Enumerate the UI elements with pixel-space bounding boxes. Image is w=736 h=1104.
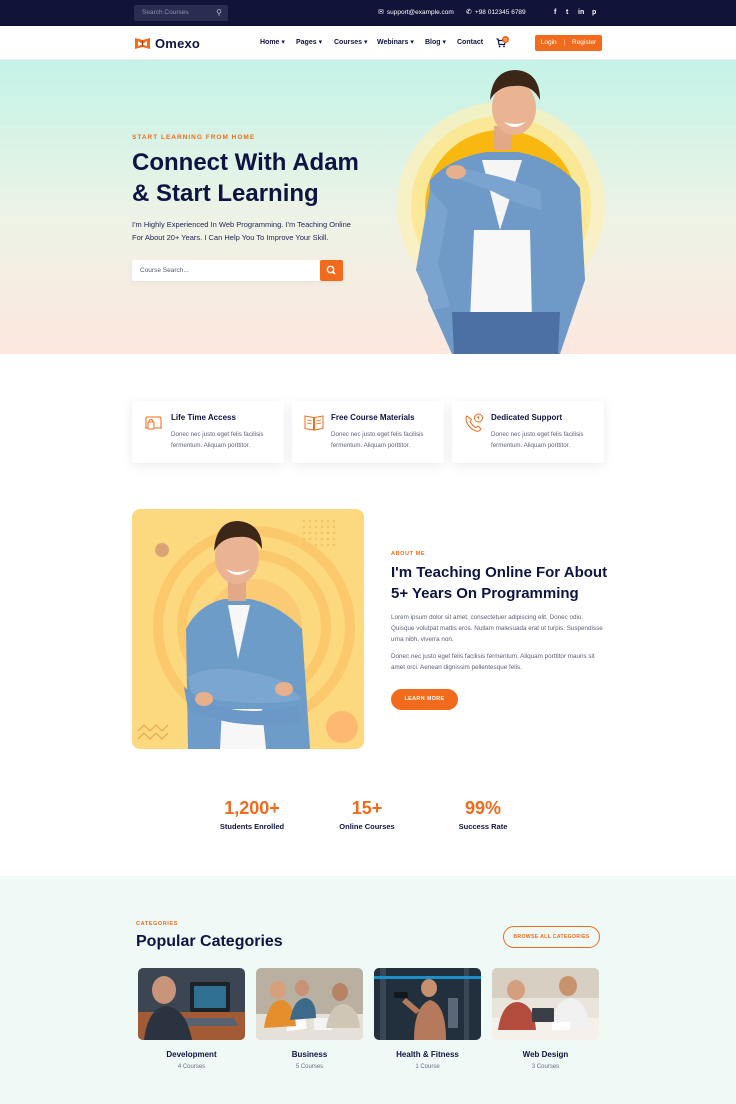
- pinterest-icon[interactable]: p: [592, 0, 596, 26]
- linkedin-icon[interactable]: in: [578, 0, 584, 26]
- menu-contact[interactable]: Contact: [457, 26, 483, 60]
- twitter-icon[interactable]: t: [566, 0, 568, 26]
- course-search-button[interactable]: [320, 260, 343, 281]
- category-name[interactable]: Development: [138, 1050, 245, 1059]
- hero-subtitle: START LEARNING FROM HOME: [132, 134, 256, 141]
- category-name[interactable]: Business: [256, 1050, 363, 1059]
- categories-subtitle: CATEGORIES: [136, 921, 178, 927]
- search-icon: [326, 265, 336, 275]
- stat-value: 1,200+: [224, 798, 280, 818]
- feature-text: Donec nec justo eget felis facilisis fer…: [331, 431, 424, 449]
- stat-success-rate: 99% Success Rate: [428, 797, 538, 831]
- stat-courses: 15+ Online Courses: [312, 797, 422, 831]
- hero-instructor-image: [397, 70, 605, 354]
- phone-support-icon: [465, 413, 483, 432]
- logo-book-icon: [135, 38, 150, 49]
- category-image[interactable]: [374, 968, 481, 1040]
- top-search-placeholder: Search Courses: [142, 9, 189, 16]
- email-contact[interactable]: ✉ support@example.com: [378, 0, 454, 26]
- feature-text: Donec nec justo eget felis facilisis fer…: [171, 431, 264, 449]
- category-count: 4 Courses: [177, 1064, 206, 1070]
- menu-home[interactable]: Home ▾: [260, 26, 285, 60]
- login-register-button[interactable]: Login | Register: [535, 35, 602, 51]
- category-image[interactable]: [256, 968, 363, 1040]
- stat-value: 15+: [351, 798, 383, 818]
- stat-students: 1,200+ Students Enrolled: [197, 797, 307, 831]
- feature-card-dedicated-support: Dedicated Support Donec nec justo eget f…: [452, 401, 604, 463]
- main-navbar: Omexo Home ▾ Pages ▾ Courses ▾ Webinars …: [0, 26, 736, 60]
- logo-text: Omexo: [155, 35, 201, 51]
- category-card-business[interactable]: Business 5 Courses: [256, 968, 363, 1070]
- search-icon[interactable]: ⚲: [216, 5, 222, 21]
- stat-label: Online Courses: [339, 822, 395, 831]
- hero-description: I'm Highly Experienced In Web Programmin…: [132, 220, 351, 242]
- browse-all-categories-button[interactable]: BROWSE ALL CATEGORIES: [503, 926, 600, 948]
- phone-contact[interactable]: ✆ +98 012345 6789: [466, 0, 526, 26]
- categories-section: CATEGORIES Popular Categories BROWSE ALL…: [0, 876, 736, 1104]
- feature-card-free-materials: Free Course Materials Donec nec justo eg…: [292, 401, 444, 463]
- stat-value: 99%: [464, 798, 502, 818]
- course-search-input[interactable]: Course Search...: [132, 260, 343, 281]
- category-card-web-design[interactable]: Web Design 3 Courses: [492, 968, 599, 1070]
- about-paragraph-1: Lorem ipsum dolor sit amet, consectetuer…: [391, 614, 603, 643]
- category-card-development[interactable]: Development 4 Courses: [138, 968, 245, 1070]
- about-subtitle: ABOUT ME: [391, 551, 426, 557]
- feature-title: Free Course Materials: [331, 413, 415, 422]
- category-image[interactable]: [138, 968, 245, 1040]
- facebook-icon[interactable]: f: [554, 0, 556, 26]
- about-title: I'm Teaching Online For About 5+ Years O…: [391, 564, 608, 602]
- logo[interactable]: Omexo: [134, 34, 200, 52]
- top-bar: Search Courses ⚲ ✉ support@example.com ✆ +…: [0, 0, 736, 26]
- top-search-input[interactable]: Search Courses ⚲: [134, 5, 228, 21]
- login-link[interactable]: Login: [541, 39, 557, 46]
- categories-title: Popular Categories: [136, 933, 283, 950]
- menu-courses[interactable]: Courses ▾: [334, 26, 367, 60]
- learn-more-button[interactable]: LEARN MORE: [391, 689, 458, 710]
- hero-title: Connect With Adam & Start Learning: [132, 149, 359, 207]
- envelope-icon: ✉: [378, 9, 384, 16]
- stat-label: Students Enrolled: [219, 822, 285, 831]
- category-image[interactable]: [492, 968, 599, 1040]
- about-illustration: [137, 519, 358, 749]
- about-paragraph-2: Donec nec justo eget felis facilisis fer…: [391, 653, 595, 671]
- category-count: 1 Course: [415, 1064, 440, 1070]
- category-count: 3 Courses: [531, 1064, 560, 1070]
- category-count: 5 Courses: [295, 1064, 324, 1070]
- menu-pages[interactable]: Pages ▾: [296, 26, 322, 60]
- book-icon: [304, 415, 324, 431]
- phone-icon: ✆: [466, 9, 472, 16]
- course-search-placeholder: Course Search...: [140, 267, 189, 274]
- feature-title: Life Time Access: [171, 413, 236, 422]
- hero-section: START LEARNING FROM HOME Connect With Ad…: [0, 60, 736, 354]
- menu-blog[interactable]: Blog ▾: [425, 26, 446, 60]
- category-card-health-fitness[interactable]: Health & Fitness 1 Course: [374, 968, 481, 1070]
- phone-text: +98 012345 6789: [474, 9, 526, 16]
- menu-webinars[interactable]: Webinars ▾: [377, 26, 414, 60]
- feature-card-lifetime-access: Life Time Access Donec nec justo eget fe…: [132, 401, 284, 463]
- feature-title: Dedicated Support: [491, 413, 563, 422]
- email-text: support@example.com: [386, 9, 454, 16]
- feature-text: Donec nec justo eget felis facilisis fer…: [491, 431, 584, 449]
- stat-label: Success Rate: [458, 822, 508, 831]
- lock-laptop-icon: [145, 416, 162, 430]
- category-name[interactable]: Web Design: [492, 1050, 599, 1059]
- register-link[interactable]: Register: [572, 39, 596, 46]
- category-name[interactable]: Health & Fitness: [374, 1050, 481, 1059]
- about-instructor-image: [132, 509, 364, 749]
- cart-count-badge: 0: [502, 36, 509, 43]
